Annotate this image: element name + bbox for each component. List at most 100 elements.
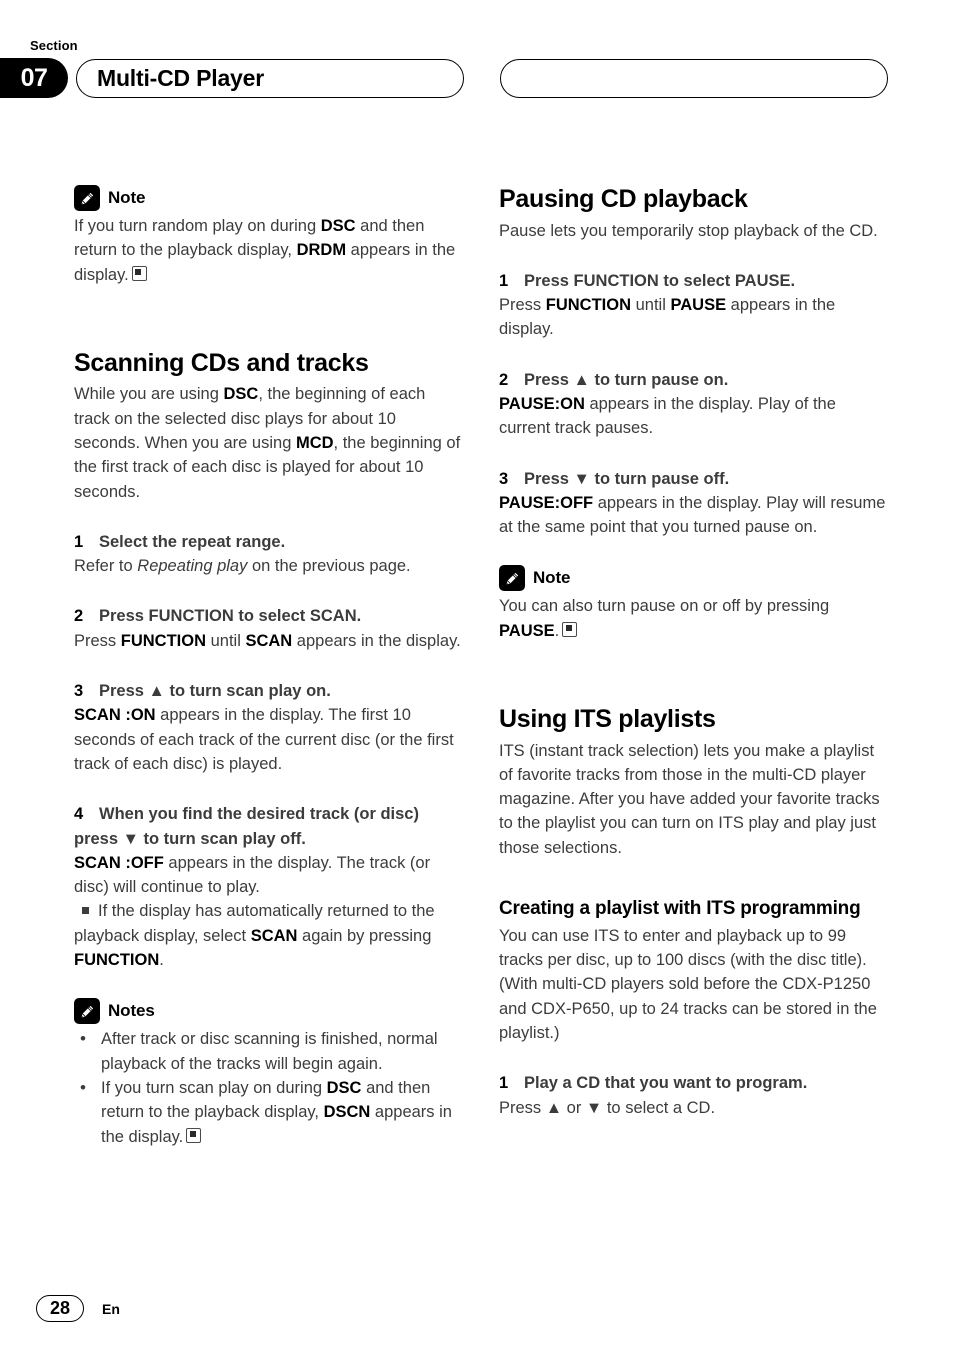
notes-header: Notes <box>74 998 464 1025</box>
note-title: Note <box>533 568 571 588</box>
step-term-scan-off: SCAN :OFF <box>74 853 164 872</box>
step-number: 3 <box>74 682 84 701</box>
note-item-text-1: If you turn scan play on during <box>101 1078 327 1097</box>
step-body: Refer to Repeating play on the previous … <box>74 554 464 578</box>
end-of-note-marker <box>562 621 578 637</box>
step-title-text: Press FUNCTION to select PAUSE. <box>524 271 796 290</box>
step-term-pause-off: PAUSE:OFF <box>499 493 594 512</box>
square-bullet-icon <box>82 907 89 915</box>
step-term-function: FUNCTION <box>545 296 632 315</box>
step-term-scan-on: SCAN :ON <box>74 706 156 725</box>
heading-pausing-cd-playback: Pausing CD playback <box>499 185 748 213</box>
page-header: Section 07 Multi-CD Player <box>0 38 954 100</box>
step-term-pause: PAUSE <box>670 296 727 315</box>
step-number: 1 <box>74 532 84 551</box>
step-2-press-function-scan: 2 Press FUNCTION to select SCAN. Press FU… <box>74 604 464 653</box>
note-item-text-1: After track or disc scanning is finished… <box>101 1030 438 1073</box>
note-term-drdm: DRDM <box>296 241 347 260</box>
step-title: 1 Select the repeat range. <box>74 530 464 554</box>
step-number: 2 <box>74 607 84 626</box>
step-number: 1 <box>499 271 509 290</box>
step-body: PAUSE:ON appears in the display. Play of… <box>499 392 889 441</box>
end-of-note-marker <box>131 265 147 281</box>
step-text-1: Press <box>74 631 121 650</box>
scanning-intro: While you are using DSC, the beginning o… <box>74 382 464 503</box>
page-footer: 28 En <box>36 1295 120 1322</box>
step-title: 3 Press ▼ to turn pause off. <box>499 467 889 491</box>
sub-text-2: again by pressing <box>297 926 432 945</box>
bullet-dot-icon: • <box>80 1077 86 1097</box>
bullet-dot-icon: • <box>80 1029 86 1049</box>
note-item-term-dscn: DSCN <box>323 1103 371 1122</box>
chapter-title: Multi-CD Player <box>97 65 264 91</box>
notes-list: • After track or disc scanning is finishe… <box>74 1027 464 1148</box>
left-column: Note If you turn random play on during D… <box>74 185 464 1149</box>
step-term-pause-on: PAUSE:ON <box>499 394 585 413</box>
step-body: PAUSE:OFF appears in the display. Play w… <box>499 491 889 540</box>
step-title: 3 Press ▲ to turn scan play on. <box>74 679 464 703</box>
step-4-turn-scan-play-off: 4 When you find the desired track (or dis… <box>74 802 464 972</box>
pencil-note-icon <box>74 998 100 1025</box>
step-body: Press ▲ or ▼ to select a CD. <box>499 1098 716 1117</box>
note-block-random-play: Note If you turn random play on during D… <box>74 185 464 287</box>
pencil-note-icon <box>74 185 100 211</box>
step-title-text: Play a CD that you want to program. <box>524 1074 808 1093</box>
chapter-title-pill: Multi-CD Player <box>76 59 464 98</box>
step-title: 2 Press ▲ to turn pause on. <box>499 368 889 392</box>
creating-playlist-intro: You can use ITS to enter and playback up… <box>499 926 877 1043</box>
intro-term-mcd: MCD <box>295 433 334 452</box>
step-text-2: on the previous page. <box>247 557 411 576</box>
step-1-press-function-pause: 1 Press FUNCTION to select PAUSE. Press F… <box>499 269 889 342</box>
step-ref-repeating-play: Repeating play <box>137 557 248 576</box>
list-item: • If you turn scan play on during DSC and… <box>74 1076 464 1149</box>
note-header: Note <box>74 185 464 211</box>
note-block-pause: Note You can also turn pause on or off b… <box>499 565 889 643</box>
language-code: En <box>102 1300 120 1317</box>
step-title: 2 Press FUNCTION to select SCAN. <box>74 604 464 628</box>
step-title-text: Press ▲ to turn scan play on. <box>99 682 331 701</box>
step-text-1: Refer to <box>74 557 138 576</box>
note-header: Note <box>499 565 889 592</box>
note-body: You can also turn pause on or off by pre… <box>499 594 889 643</box>
page-number: 28 <box>36 1295 84 1322</box>
step-title: 1 Play a CD that you want to program. <box>499 1071 889 1095</box>
intro-term-dsc: DSC <box>223 385 259 404</box>
note-body: If you turn random play on during DSC an… <box>74 214 464 287</box>
heading-scanning-cds: Scanning CDs and tracks <box>74 348 369 377</box>
step-3-turn-scan-play-on: 3 Press ▲ to turn scan play on. SCAN :ON … <box>74 679 464 776</box>
sub-term-scan: SCAN <box>250 926 298 945</box>
step-number: 2 <box>499 370 509 389</box>
right-column: Pausing CD playback Pause lets you tempo… <box>499 185 889 1120</box>
intro-text-1: While you are using <box>74 385 224 404</box>
step-body: SCAN :ON appears in the display. The fir… <box>74 703 464 776</box>
step-3-turn-pause-off: 3 Press ▼ to turn pause off. PAUSE:OFF ap… <box>499 467 889 540</box>
header-right-pill <box>500 59 888 98</box>
its-intro: ITS (instant track selection) lets you m… <box>499 741 880 857</box>
heading-using-its-playlists: Using ITS playlists <box>499 705 716 734</box>
step-term-scan: SCAN <box>245 631 293 650</box>
step-title: 1 Press FUNCTION to select PAUSE. <box>499 269 889 293</box>
note-item-term-dsc: DSC <box>326 1078 362 1097</box>
step-1-select-repeat-range: 1 Select the repeat range. Refer to Repea… <box>74 530 464 579</box>
pencil-note-icon <box>499 565 525 592</box>
note-text-1: You can also turn pause on or off by pre… <box>499 597 830 616</box>
step-title: 4 When you find the desired track (or dis… <box>74 802 464 851</box>
note-text-1: If you turn random play on during <box>74 217 321 235</box>
step-text-3: appears in the display. <box>292 631 461 650</box>
subheading-creating-playlist: Creating a playlist with ITS programming <box>499 898 861 920</box>
note-text-2: . <box>554 621 560 640</box>
sub-text-3: . <box>159 951 164 970</box>
note-term-pause: PAUSE <box>499 621 555 640</box>
section-number-badge: 07 <box>0 58 68 98</box>
